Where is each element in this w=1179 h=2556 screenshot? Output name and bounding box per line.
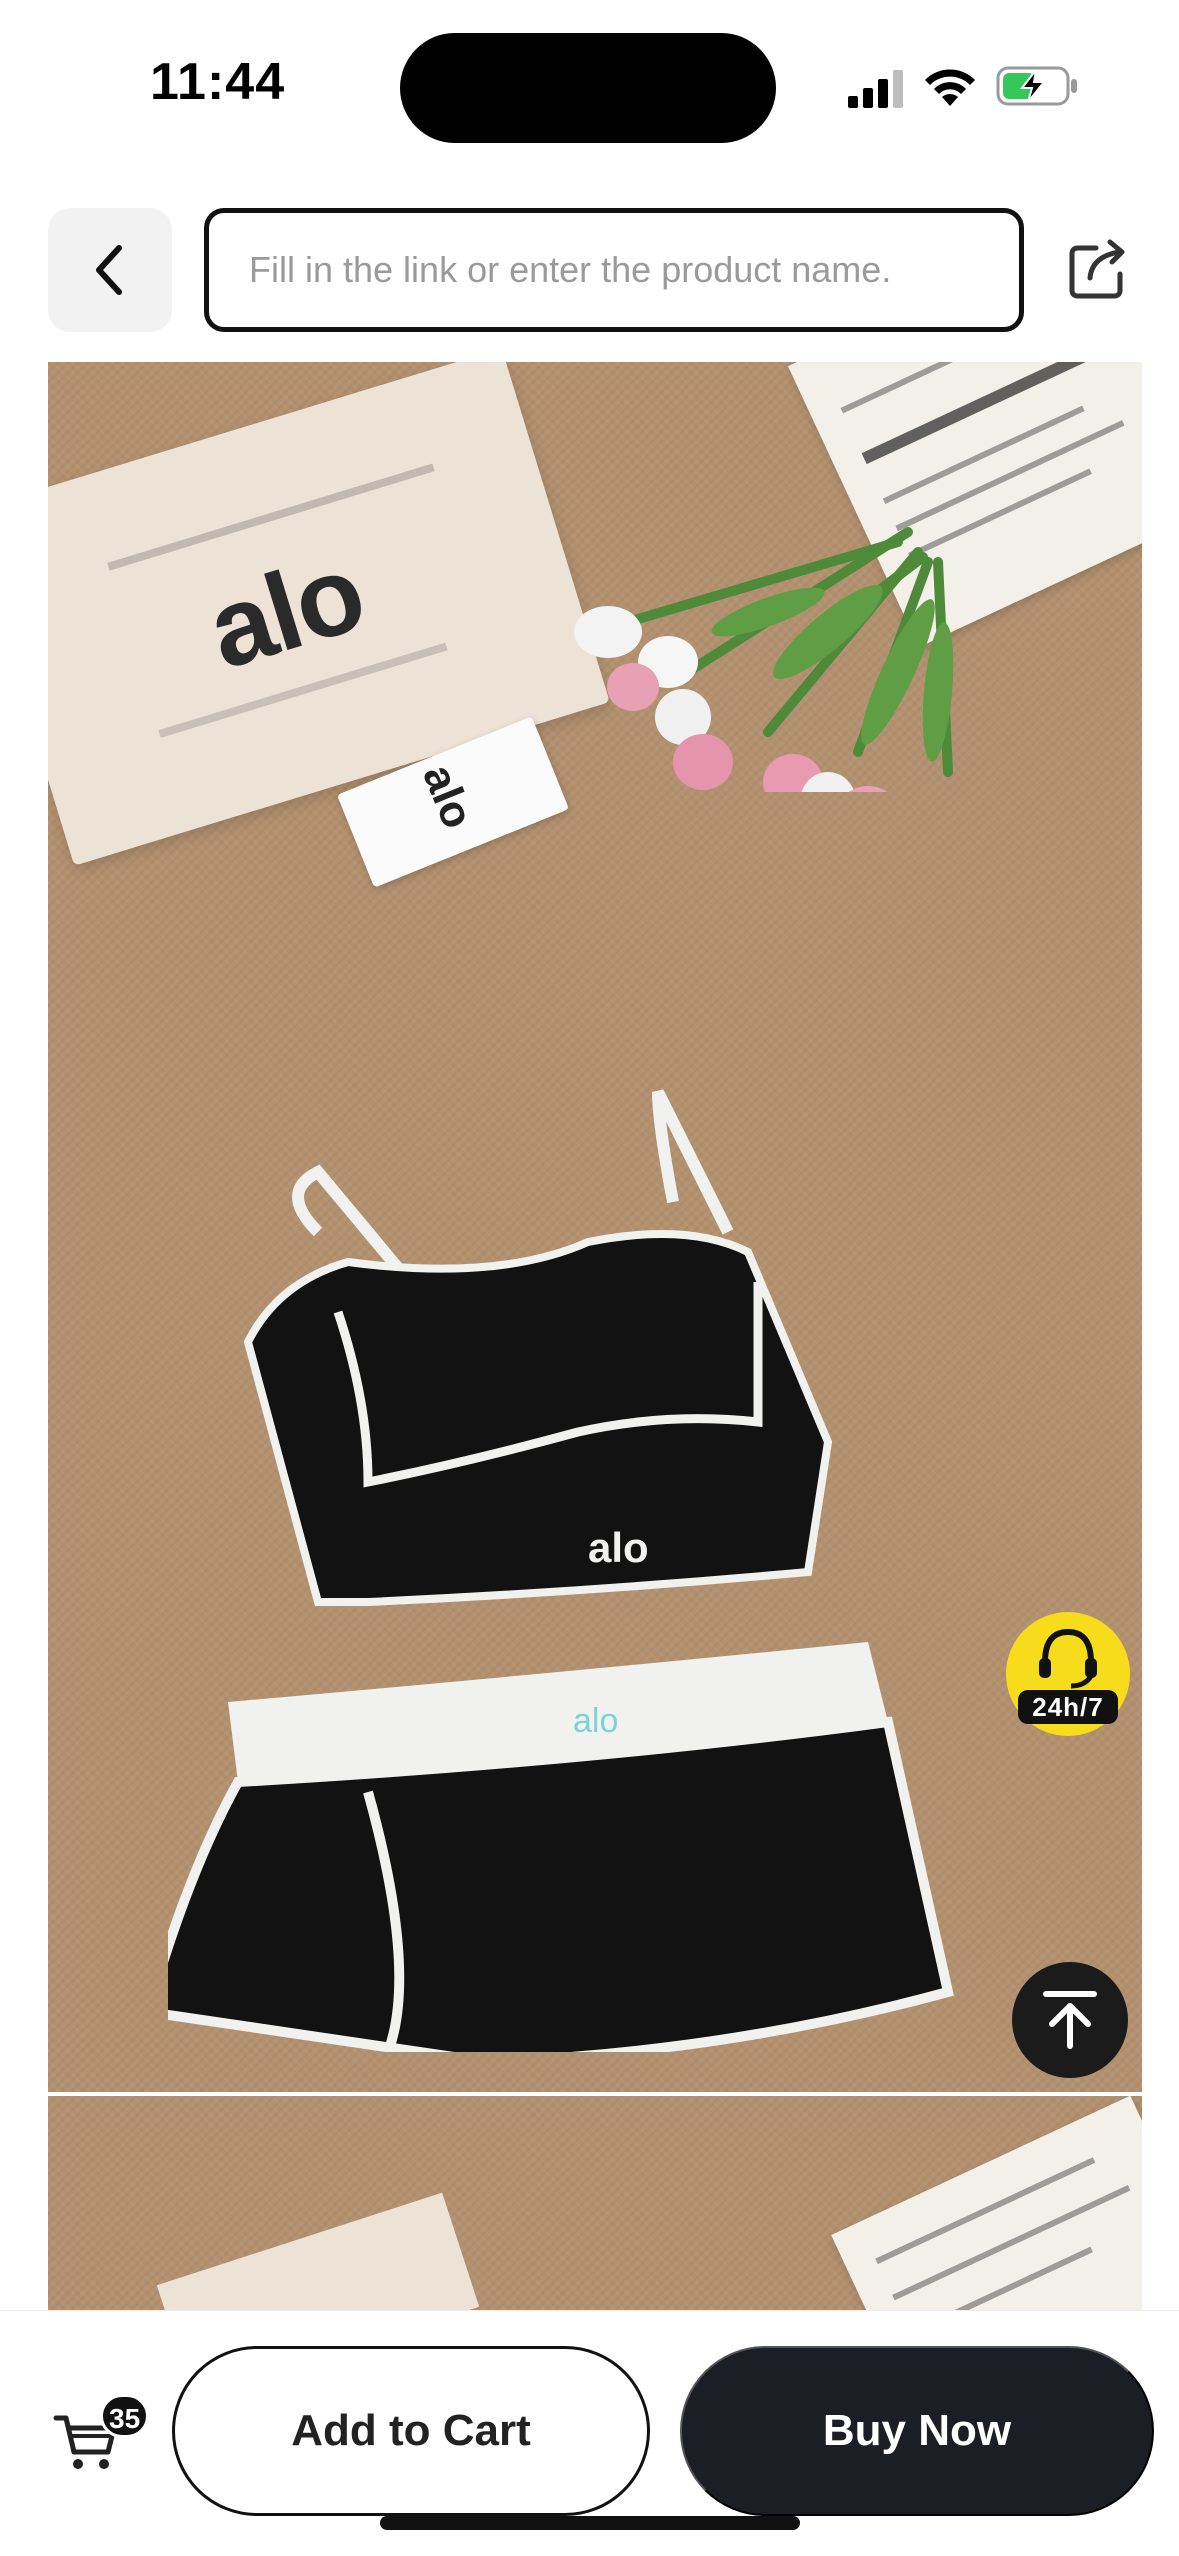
share-icon[interactable] bbox=[1066, 238, 1130, 302]
bag-logo: alo bbox=[194, 530, 377, 693]
outfit-set: alo alo bbox=[168, 1089, 954, 2052]
search-field[interactable] bbox=[204, 208, 1024, 332]
top-logo: alo bbox=[588, 1524, 649, 1571]
status-bar: 11:44 bbox=[0, 0, 1179, 175]
newspaper-prop-2 bbox=[831, 2096, 1142, 2310]
product-image[interactable]: alo alo alo alo bbox=[48, 362, 1142, 2092]
battery-charging-icon bbox=[996, 66, 1077, 106]
scroll-to-top-button[interactable] bbox=[1012, 1962, 1128, 2078]
product-image-2[interactable] bbox=[48, 2096, 1142, 2310]
arrow-up-to-top-icon bbox=[1043, 1991, 1097, 2049]
search-input[interactable] bbox=[249, 213, 979, 327]
cart-button[interactable]: 35 bbox=[52, 2394, 152, 2488]
back-button[interactable] bbox=[48, 208, 172, 332]
home-indicator bbox=[380, 2516, 800, 2530]
skirt-logo: alo bbox=[573, 1702, 618, 1740]
buy-now-button[interactable]: Buy Now bbox=[680, 2346, 1154, 2516]
customer-support-button[interactable]: 24h/7 bbox=[1006, 1612, 1130, 1736]
status-time: 11:44 bbox=[150, 53, 286, 111]
headset-icon bbox=[1039, 1628, 1097, 1689]
wifi-icon bbox=[925, 69, 975, 106]
add-to-cart-button[interactable]: Add to Cart bbox=[172, 2346, 650, 2516]
support-hours-label: 24h/7 bbox=[1018, 1690, 1118, 1724]
chevron-left-icon bbox=[96, 245, 122, 295]
cellular-signal-icon bbox=[848, 70, 903, 108]
cart-count-badge: 35 bbox=[100, 2394, 150, 2438]
packaging-bag-2 bbox=[156, 2192, 480, 2310]
dynamic-island bbox=[400, 33, 776, 143]
